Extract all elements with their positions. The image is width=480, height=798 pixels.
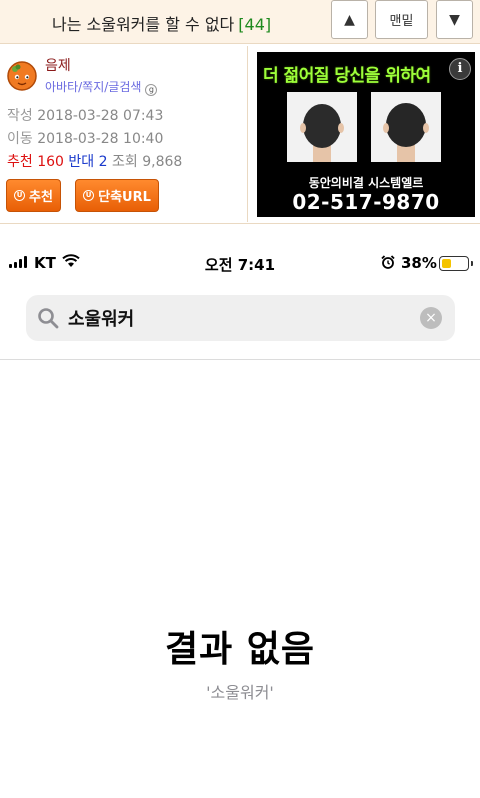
next-post-button[interactable]: ▼ xyxy=(436,0,473,39)
recommend-icon: U xyxy=(14,190,26,201)
short-url-button[interactable]: U 단축URL xyxy=(75,179,159,212)
post-title-text[interactable]: 나는 소울워커를 할 수 없다 xyxy=(52,15,234,34)
recommend-count: 160 xyxy=(37,154,64,170)
created-label: 작성 xyxy=(7,108,33,124)
created-date: 작성 2018-03-28 07:43 xyxy=(7,105,163,125)
moved-value: 2018-03-28 10:40 xyxy=(37,131,164,147)
recommend-button-label: 추천 xyxy=(29,190,53,205)
clear-search-icon[interactable]: × xyxy=(420,307,442,329)
author-links[interactable]: 아바타/쪽지/글검색 g xyxy=(45,78,158,96)
section-divider xyxy=(0,223,480,224)
ad-hair-photo-right xyxy=(371,92,441,162)
battery-icon xyxy=(439,256,473,271)
go-bottom-button[interactable]: 맨밑 xyxy=(375,0,428,39)
short-url-icon: U xyxy=(83,190,95,201)
ad-banner[interactable]: 더 젊어질 당신을 위하여 i 동안의비결 시스템엘르 02-517-9870 xyxy=(257,52,475,217)
ad-phone-number: 02-517-9870 xyxy=(292,190,440,214)
ad-hair-photo-left xyxy=(287,92,357,162)
post-title[interactable]: 나는 소울워커를 할 수 없다 [44] xyxy=(52,11,271,35)
prev-post-button[interactable]: ▲ xyxy=(331,0,368,39)
author-panel: 음제 아바타/쪽지/글검색 g 작성 2018-03-28 07:43 이동 20… xyxy=(0,46,248,222)
battery-percent: 38% xyxy=(401,254,437,272)
post-stats: 추천 160 반대 2 조회 9,868 xyxy=(7,151,182,171)
alarm-icon xyxy=(381,255,395,269)
comment-count[interactable]: [44] xyxy=(238,15,271,34)
ad-clinic-name: 동안의비결 시스템엘르 xyxy=(308,176,424,190)
author-badge-icon: g xyxy=(145,84,158,96)
moved-label: 이동 xyxy=(7,131,33,147)
search-icon xyxy=(38,308,59,329)
views-count: 9,868 xyxy=(142,154,183,170)
author-nickname[interactable]: 음제 xyxy=(45,55,71,75)
created-value: 2018-03-28 07:43 xyxy=(37,108,164,124)
author-links-text[interactable]: 아바타/쪽지/글검색 xyxy=(45,80,141,94)
no-results-query: '소울워커' xyxy=(206,683,274,702)
battery-level-fill xyxy=(441,258,451,268)
no-results-title: 결과 없음 xyxy=(164,629,315,670)
post-title-bar: 나는 소울워커를 할 수 없다 [44] ▲ 맨밑 ▼ xyxy=(0,0,480,44)
search-divider xyxy=(0,359,480,360)
recommend-label: 추천 xyxy=(7,154,33,170)
oppose-label: 반대 xyxy=(68,154,95,170)
moved-date: 이동 2018-03-28 10:40 xyxy=(7,128,163,148)
oppose-count: 2 xyxy=(98,154,108,170)
short-url-button-label: 단축URL xyxy=(98,190,151,205)
search-bar[interactable]: × xyxy=(26,295,455,341)
search-input[interactable] xyxy=(68,303,408,333)
status-bar: KT 오전 7:41 38% xyxy=(0,244,480,280)
ad-headline: 더 젊어질 당신을 위하여 xyxy=(263,66,431,86)
avatar[interactable] xyxy=(6,59,38,91)
ad-info-icon[interactable]: i xyxy=(449,58,471,80)
views-label: 조회 xyxy=(112,154,138,170)
recommend-button[interactable]: U 추천 xyxy=(6,179,61,212)
